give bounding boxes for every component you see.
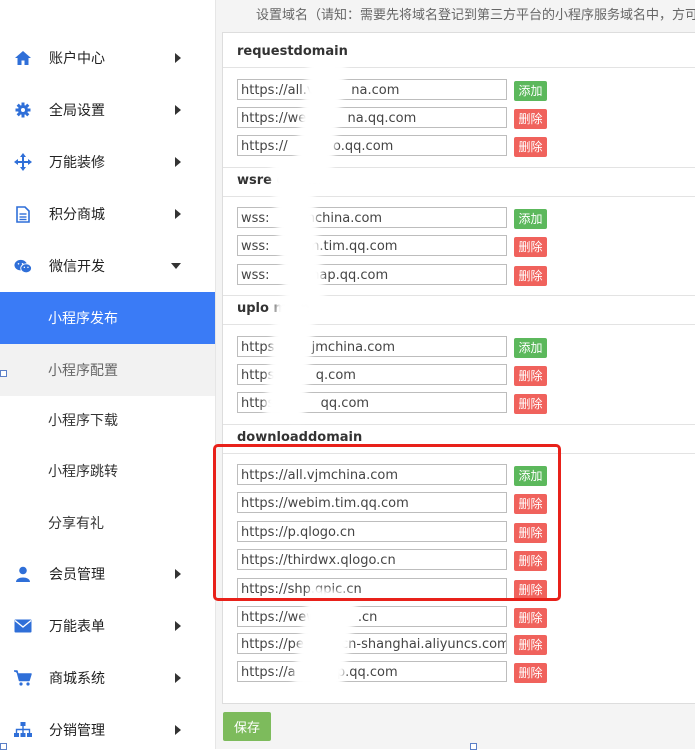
sitemap-icon bbox=[14, 721, 32, 739]
sidebar-item-account-center[interactable]: 账户中心 bbox=[0, 32, 215, 84]
sidebar-item-mall-system[interactable]: 商城系统 bbox=[0, 652, 215, 704]
gear-icon bbox=[14, 101, 32, 119]
chevron-right-icon bbox=[175, 569, 181, 579]
delete-button[interactable]: 删除 bbox=[514, 608, 547, 628]
section-title-downloaddomain: downloaddomain bbox=[237, 430, 363, 445]
chevron-right-icon bbox=[175, 725, 181, 735]
add-button[interactable]: 添加 bbox=[514, 338, 547, 358]
divider bbox=[223, 424, 695, 425]
requestdomain-input[interactable] bbox=[237, 79, 507, 100]
sidebar-item-label: 分销管理 bbox=[49, 723, 105, 739]
subitem-mini-program-download[interactable]: 小程序下载 bbox=[0, 394, 215, 446]
subitem-mini-program-jump[interactable]: 小程序跳转 bbox=[0, 445, 215, 497]
sidebar-item-universal-form[interactable]: 万能表单 bbox=[0, 600, 215, 652]
user-icon bbox=[14, 565, 32, 583]
sidebar-item-label: 积分商城 bbox=[49, 207, 105, 223]
sidebar-item-label: 万能装修 bbox=[49, 155, 105, 171]
delete-button[interactable]: 删除 bbox=[514, 394, 547, 414]
sidebar-item-label: 账户中心 bbox=[49, 51, 105, 67]
sidebar-item-global-settings[interactable]: 全局设置 bbox=[0, 84, 215, 136]
delete-button[interactable]: 删除 bbox=[514, 109, 547, 129]
sidebar-item-label: 会员管理 bbox=[49, 567, 105, 583]
wsrequestdomain-input[interactable] bbox=[237, 264, 507, 285]
delete-button[interactable]: 删除 bbox=[514, 237, 547, 257]
home-icon bbox=[14, 49, 32, 67]
chevron-right-icon bbox=[175, 105, 181, 115]
delete-button[interactable]: 删除 bbox=[514, 366, 547, 386]
delete-button[interactable]: 删除 bbox=[514, 663, 547, 683]
chevron-right-icon bbox=[175, 53, 181, 63]
section-title-requestdomain: requestdomain bbox=[237, 44, 348, 59]
sidebar-item-points-mall[interactable]: 积分商城 bbox=[0, 188, 215, 240]
downloaddomain-input[interactable] bbox=[237, 633, 507, 654]
delete-button[interactable]: 删除 bbox=[514, 266, 547, 286]
sidebar-item-universal-decor[interactable]: 万能装修 bbox=[0, 136, 215, 188]
delete-button[interactable]: 删除 bbox=[514, 137, 547, 157]
subitem-share-gift[interactable]: 分享有礼 bbox=[0, 497, 215, 549]
sidebar-item-wechat-dev[interactable]: 微信开发 bbox=[0, 240, 215, 292]
sidebar-item-label: 微信开发 bbox=[49, 259, 105, 275]
requestdomain-input[interactable] bbox=[237, 135, 507, 156]
requestdomain-input[interactable] bbox=[237, 107, 507, 128]
resize-handle[interactable] bbox=[0, 370, 7, 377]
sidebar-item-distribution-mgmt[interactable]: 分销管理 bbox=[0, 704, 215, 749]
sidebar-item-member-mgmt[interactable]: 会员管理 bbox=[0, 548, 215, 600]
sidebar-item-label: 全局设置 bbox=[49, 103, 105, 119]
envelope-icon bbox=[14, 617, 32, 635]
subitem-mini-program-publish[interactable]: 小程序发布 bbox=[0, 292, 215, 344]
chevron-right-icon bbox=[175, 157, 181, 167]
chevron-right-icon bbox=[175, 621, 181, 631]
downloaddomain-input[interactable] bbox=[237, 661, 507, 682]
wechat-icon bbox=[14, 257, 32, 275]
chevron-right-icon bbox=[175, 209, 181, 219]
downloaddomain-input[interactable] bbox=[237, 606, 507, 627]
delete-button[interactable]: 删除 bbox=[514, 635, 547, 655]
move-arrows-icon bbox=[14, 153, 32, 171]
highlight-box bbox=[213, 444, 561, 601]
sidebar: 账户中心 全局设置 万能装修 积分商城 微信开发 小程序发布 小程序配置 小程序… bbox=[0, 0, 216, 749]
domain-notice: 设置域名（请知：需要先将域名登记到第三方平台的小程序服务域名中，方可进行添加 bbox=[256, 8, 695, 23]
sidebar-item-label: 商城系统 bbox=[49, 671, 105, 687]
save-button[interactable]: 保存 bbox=[223, 712, 271, 741]
add-button[interactable]: 添加 bbox=[514, 81, 547, 101]
cart-icon bbox=[14, 669, 32, 687]
chevron-right-icon bbox=[175, 673, 181, 683]
divider bbox=[223, 67, 695, 68]
subitem-mini-program-config[interactable]: 小程序配置 bbox=[0, 344, 215, 396]
document-icon bbox=[14, 205, 32, 223]
chevron-down-icon bbox=[171, 263, 181, 269]
sidebar-item-label: 万能表单 bbox=[49, 619, 105, 635]
add-button[interactable]: 添加 bbox=[514, 209, 547, 229]
